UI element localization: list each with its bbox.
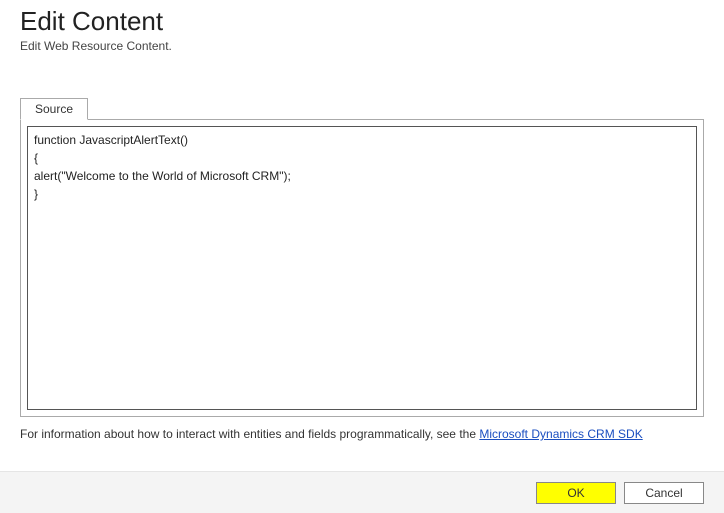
tab-strip: Source — [20, 97, 704, 119]
dialog-header: Edit Content Edit Web Resource Content. — [0, 0, 724, 59]
cancel-button[interactable]: Cancel — [624, 482, 704, 504]
source-code-textarea[interactable] — [27, 126, 697, 410]
tab-source[interactable]: Source — [20, 98, 88, 120]
sdk-link[interactable]: Microsoft Dynamics CRM SDK — [479, 427, 642, 441]
editor-frame — [20, 119, 704, 417]
page-subtitle: Edit Web Resource Content. — [20, 39, 704, 53]
ok-button[interactable]: OK — [536, 482, 616, 504]
content-area: Source — [0, 59, 724, 417]
info-text: For information about how to interact wi… — [0, 417, 724, 441]
dialog-footer: OK Cancel — [0, 471, 724, 513]
page-title: Edit Content — [20, 6, 704, 37]
info-prefix: For information about how to interact wi… — [20, 427, 479, 441]
